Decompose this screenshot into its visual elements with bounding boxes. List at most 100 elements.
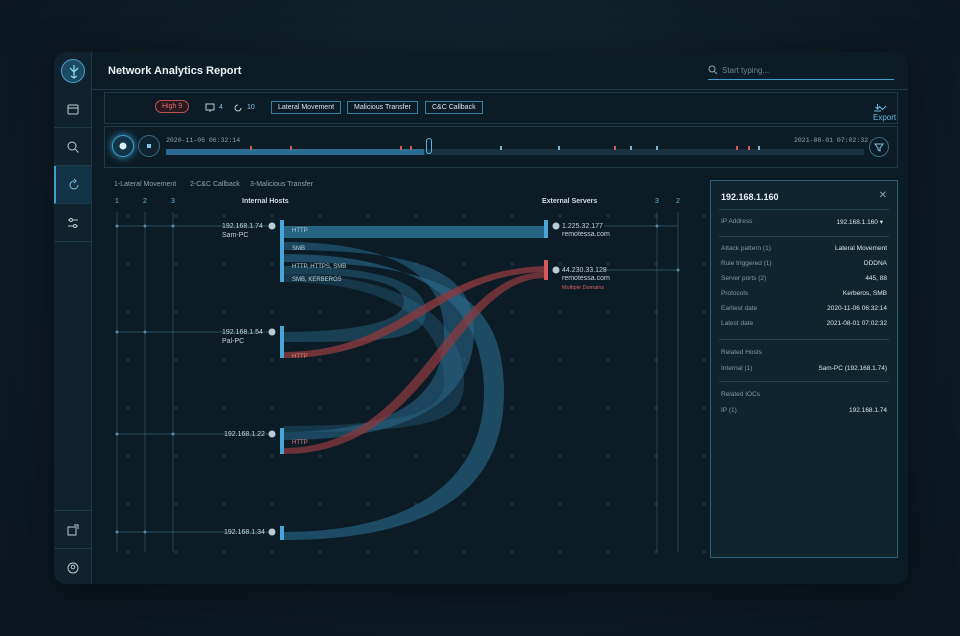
legend-malicious-transfer: 3-Malicious Transfer bbox=[250, 181, 314, 188]
host-node[interactable] bbox=[268, 328, 276, 336]
event-marker bbox=[410, 146, 412, 150]
timeline-handle[interactable] bbox=[426, 138, 432, 154]
tag-cc-callback[interactable]: C&C Callback bbox=[425, 101, 483, 114]
host-ip: 192.168.1.22 bbox=[224, 431, 265, 438]
refresh-icon bbox=[69, 178, 79, 189]
tag-malicious-transfer[interactable]: Malicious Transfer bbox=[347, 101, 418, 114]
legend-cc-callback: 2-C&C Callback bbox=[190, 181, 240, 188]
server-ip: 1.225.32.177 bbox=[562, 223, 603, 230]
server-domain: remotessa.com bbox=[562, 275, 610, 282]
col-1: 1 bbox=[115, 198, 119, 205]
ip-address-label: IP Address bbox=[721, 218, 753, 225]
multiple-domains-label: Multiple Domains bbox=[562, 285, 605, 291]
host-ip: 192.168.1.54 bbox=[222, 329, 263, 336]
detail-panel: 192.168.1.160 ✕ IP Address 192.168.1.160… bbox=[710, 180, 898, 558]
nav-search-button[interactable] bbox=[54, 128, 92, 166]
app-logo-icon bbox=[61, 59, 85, 83]
timeline-end: 2021-08-01 07:02:32 bbox=[794, 137, 869, 144]
filter-icon bbox=[874, 143, 884, 152]
server-label[interactable]: 1.225.32.177 remotessa.com bbox=[562, 223, 610, 239]
host-node[interactable] bbox=[268, 222, 276, 230]
event-marker bbox=[290, 146, 292, 150]
export-label: Export bbox=[873, 113, 897, 122]
internal-label: Internal (1) bbox=[721, 365, 753, 372]
flow-graph bbox=[104, 192, 708, 560]
detail-row-label: Earliest date bbox=[721, 305, 758, 312]
host-ip: 192.168.1.74 bbox=[222, 223, 263, 230]
tag-lateral-movement[interactable]: Lateral Movement bbox=[271, 101, 342, 114]
external-servers-header: External Servers bbox=[542, 198, 598, 205]
play-button[interactable] bbox=[112, 135, 134, 157]
protocol-label: HTTP, HTTPS, SMB bbox=[292, 264, 347, 270]
server-domain: remotessa.com bbox=[562, 231, 610, 238]
search-input[interactable] bbox=[722, 63, 890, 78]
related-hosts-header: Related Hosts bbox=[721, 349, 762, 356]
protocol-label: HTTP bbox=[292, 354, 308, 360]
host-bar[interactable] bbox=[280, 326, 284, 358]
protocol-label: SMB, KERBEROS bbox=[292, 277, 342, 283]
close-icon[interactable]: ✕ bbox=[879, 190, 887, 201]
event-marker bbox=[630, 146, 632, 150]
event-marker bbox=[400, 146, 402, 150]
host-label[interactable]: 192.168.1.34 bbox=[224, 528, 265, 537]
ip-address-select[interactable]: 192.168.1.160 ▾ bbox=[836, 218, 883, 226]
event-marker bbox=[614, 146, 616, 150]
legend-lateral-movement: 1-Lateral Movement bbox=[114, 181, 177, 188]
detail-row-value: Kerberos, SMB bbox=[842, 290, 887, 297]
host-bar[interactable] bbox=[280, 428, 284, 454]
host-node[interactable] bbox=[268, 430, 276, 438]
host-ip: 192.168.1.34 bbox=[224, 529, 265, 536]
severity-badge[interactable]: High 9 bbox=[155, 100, 190, 113]
server-ip: 44.230.33.128 bbox=[562, 267, 607, 274]
nav-profile-button[interactable] bbox=[54, 548, 92, 584]
host-name: Pal-PC bbox=[222, 338, 245, 345]
ioc-value[interactable]: 192.168.1.74 bbox=[849, 407, 887, 414]
server-node[interactable] bbox=[552, 222, 560, 230]
ioc-label: IP (1) bbox=[721, 407, 737, 414]
detail-row-value: Lateral Movement bbox=[834, 245, 887, 252]
detail-row-value: DDDNA bbox=[863, 260, 887, 267]
devices-count: 4 bbox=[219, 104, 223, 111]
internal-value[interactable]: Sam-PC (192.168.1.74) bbox=[818, 365, 887, 372]
server-node[interactable] bbox=[552, 266, 560, 274]
nav-settings-button[interactable] bbox=[54, 204, 92, 242]
host-label[interactable]: 192.168.1.74 Sam-PC bbox=[222, 222, 263, 240]
monitor-icon bbox=[205, 103, 215, 112]
detail-row-value: 445, 88 bbox=[865, 275, 887, 282]
detail-row-value: 2020-11-06 06:32:14 bbox=[827, 305, 887, 312]
server-bar[interactable] bbox=[544, 220, 548, 238]
nav-export-button[interactable] bbox=[54, 510, 92, 548]
detail-row-label: Protocols bbox=[721, 290, 749, 297]
timeline-start: 2020-11-06 06:32:14 bbox=[166, 137, 241, 144]
event-marker bbox=[736, 146, 738, 150]
host-name: Sam-PC bbox=[222, 232, 249, 239]
stop-button[interactable] bbox=[138, 135, 160, 157]
detail-row-label: Server ports (2) bbox=[721, 275, 767, 282]
server-label[interactable]: 44.230.33.128 remotessa.com bbox=[562, 267, 610, 283]
host-label[interactable]: 192.168.1.22 bbox=[224, 430, 265, 439]
protocol-label: SMB bbox=[292, 246, 306, 252]
server-bar[interactable] bbox=[544, 260, 548, 280]
timeline-filter-button[interactable] bbox=[869, 137, 889, 157]
related-iocs-header: Related IOCs bbox=[721, 391, 761, 398]
chevron-down-icon[interactable] bbox=[878, 105, 887, 111]
host-bar[interactable] bbox=[280, 526, 284, 540]
nav-analytics-button[interactable] bbox=[54, 166, 92, 204]
sync-count: 10 bbox=[247, 104, 255, 111]
col-2: 2 bbox=[143, 198, 147, 205]
protocol-label: HTTP bbox=[292, 440, 308, 446]
host-label[interactable]: 192.168.1.54 Pal-PC bbox=[222, 328, 263, 346]
search-box[interactable] bbox=[708, 62, 894, 80]
host-bar[interactable] bbox=[280, 220, 284, 282]
protocol-label: HTTP bbox=[292, 228, 308, 234]
detail-row-value: 2021-08-01 07:02:32 bbox=[826, 320, 887, 327]
filter-bar: High 9 4 10 Lateral Movement Malicious T… bbox=[104, 92, 898, 124]
share-icon bbox=[67, 524, 79, 535]
event-marker bbox=[758, 146, 760, 150]
nav-calendar-button[interactable] bbox=[54, 90, 92, 128]
page-title: Network Analytics Report bbox=[108, 65, 242, 77]
host-node[interactable] bbox=[268, 528, 276, 536]
col-right-2: 2 bbox=[676, 198, 680, 205]
calendar-icon bbox=[67, 104, 79, 114]
left-nav bbox=[54, 52, 92, 584]
